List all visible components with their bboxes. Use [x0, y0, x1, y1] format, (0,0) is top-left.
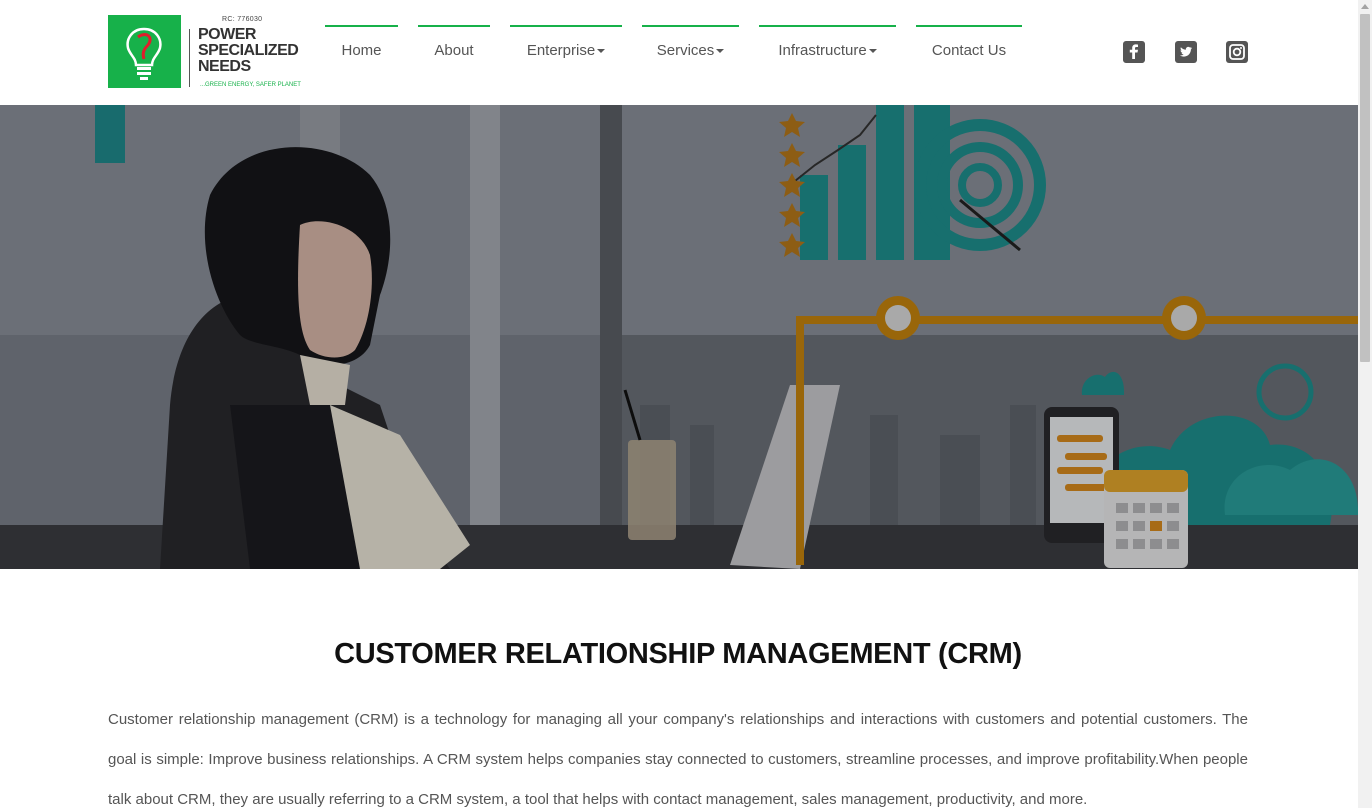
nav-item-label: Services	[656, 42, 715, 59]
nav-item-label: About	[434, 42, 474, 59]
logo-name-line2: SPECIALIZED	[198, 42, 299, 59]
nav-item-about[interactable]: About	[418, 25, 490, 75]
nav-item-enterprise[interactable]: Enterprise	[510, 25, 622, 75]
chevron-down-icon	[597, 49, 606, 54]
logo-company-name: POWER SPECIALIZED NEEDS	[198, 26, 299, 75]
facebook-icon[interactable]	[1123, 41, 1145, 63]
nav-item-label: Home	[341, 42, 382, 59]
nav-item-services[interactable]: Services	[642, 25, 739, 75]
brand-logo[interactable]: RC: 776030 POWER SPECIALIZED NEEDS ...GR…	[108, 15, 303, 91]
page-scrollbar[interactable]	[1358, 0, 1372, 808]
logo-name-line1: POWER	[198, 26, 256, 43]
logo-tagline: ...GREEN ENERGY, SAFER PLANET	[200, 82, 301, 88]
nav-item-label: Enterprise	[526, 42, 596, 59]
logo-bulb-icon	[108, 15, 181, 88]
nav-item-home[interactable]: Home	[325, 25, 398, 75]
hero-banner-image	[0, 105, 1358, 569]
logo-rc-number: RC: 776030	[222, 16, 263, 23]
page-body-text: Customer relationship management (CRM) i…	[108, 711, 1248, 808]
page-title: CUSTOMER RELATIONSHIP MANAGEMENT (CRM)	[334, 638, 1022, 670]
nav-item-label: Infrastructure	[778, 42, 867, 59]
chevron-down-icon	[868, 49, 877, 54]
twitter-icon[interactable]	[1175, 41, 1197, 63]
nav-item-label: Contact Us	[931, 42, 1007, 59]
scroll-up-icon[interactable]	[1361, 4, 1369, 9]
nav-item-contact-us[interactable]: Contact Us	[916, 25, 1022, 75]
logo-divider	[189, 29, 190, 87]
logo-name-line3: NEEDS	[198, 58, 251, 75]
chevron-down-icon	[716, 49, 725, 54]
scrollbar-thumb[interactable]	[1360, 14, 1370, 362]
site-header: RC: 776030 POWER SPECIALIZED NEEDS ...GR…	[0, 0, 1358, 105]
nav-item-infrastructure[interactable]: Infrastructure	[759, 25, 896, 75]
instagram-icon[interactable]	[1226, 41, 1248, 63]
